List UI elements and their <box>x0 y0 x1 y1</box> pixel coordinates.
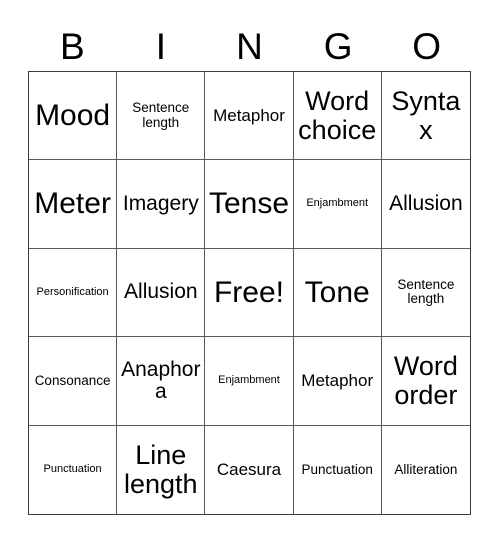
bingo-cell[interactable]: Syntax <box>381 72 470 161</box>
bingo-cell-label: Enjambment <box>218 374 280 387</box>
bingo-cell-label: Imagery <box>122 191 199 215</box>
bingo-cell[interactable]: Punctuation <box>29 425 118 514</box>
bingo-cell[interactable]: Tense <box>205 160 294 249</box>
bingo-cell[interactable]: Meter <box>29 160 118 249</box>
bingo-cell[interactable]: Word choice <box>293 72 382 161</box>
bingo-cell-label: Enjambment <box>306 197 369 210</box>
bingo-cell-label: Punctuation <box>43 462 102 475</box>
header-letter-i: I <box>155 25 167 67</box>
bingo-header: B I N G O <box>28 22 471 70</box>
bingo-cell-label: Alliteration <box>394 461 458 477</box>
bingo-cell-label: Free! <box>213 275 284 309</box>
bingo-cell[interactable]: Enjambment <box>293 160 382 249</box>
bingo-cell[interactable]: Caesura <box>205 425 294 514</box>
bingo-cell-label: Mood <box>35 98 111 132</box>
header-letter-n: N <box>236 25 263 67</box>
bingo-card: B I N G O Mood Sentence length Metaphor Wor… <box>0 0 500 544</box>
bingo-cell-label: Word order <box>393 351 458 410</box>
bingo-cell[interactable]: Line length <box>117 425 206 514</box>
bingo-cell[interactable]: Metaphor <box>293 337 382 426</box>
bingo-cell[interactable]: Alliteration <box>381 425 470 514</box>
bingo-cell[interactable]: Metaphor <box>205 72 294 161</box>
bingo-cell-label: Tone <box>304 275 370 309</box>
bingo-cell-label: Tense <box>208 187 290 221</box>
bingo-cell-label: Word choice <box>298 86 377 145</box>
bingo-cell-label: Line length <box>124 440 198 499</box>
bingo-cell[interactable]: Word order <box>381 337 470 426</box>
bingo-cell-label: Consonance <box>34 372 111 388</box>
header-letter-b: B <box>59 25 85 67</box>
bingo-cell[interactable]: Mood <box>29 72 118 161</box>
bingo-cell-label: Syntax <box>391 86 461 145</box>
bingo-cell-free[interactable]: Free! <box>205 248 294 338</box>
bingo-cell-label: Allusion <box>124 280 198 304</box>
bingo-cell[interactable]: Consonance <box>29 337 118 426</box>
bingo-cell[interactable]: Sentence length <box>117 72 206 161</box>
bingo-cell[interactable]: Sentence length <box>381 248 470 338</box>
bingo-cell-label: Personification <box>36 285 109 298</box>
bingo-cell-label: Caesura <box>216 459 282 479</box>
bingo-cell[interactable]: Anaphora <box>117 337 206 426</box>
header-letter-o: O <box>412 25 442 67</box>
bingo-cell[interactable]: Imagery <box>117 160 206 249</box>
bingo-cell-label: Punctuation <box>301 461 373 477</box>
bingo-cell-label: Sentence length <box>397 277 455 307</box>
bingo-cell[interactable]: Allusion <box>381 160 470 249</box>
bingo-cell-label: Metaphor <box>213 105 285 125</box>
header-letter-g: G <box>323 25 353 67</box>
bingo-cell[interactable]: Allusion <box>117 248 206 338</box>
bingo-grid: Mood Sentence length Metaphor Word choice Sy… <box>28 71 471 515</box>
bingo-cell-label: Meter <box>34 187 111 221</box>
bingo-cell-label: Anaphora <box>121 357 201 403</box>
bingo-cell-label: Sentence length <box>132 100 190 130</box>
bingo-cell[interactable]: Punctuation <box>293 425 382 514</box>
bingo-cell-label: Metaphor <box>301 370 374 390</box>
bingo-cell[interactable]: Tone <box>293 248 382 338</box>
bingo-cell-label: Allusion <box>389 191 463 215</box>
bingo-cell[interactable]: Personification <box>29 248 118 338</box>
bingo-cell[interactable]: Enjambment <box>205 337 294 426</box>
